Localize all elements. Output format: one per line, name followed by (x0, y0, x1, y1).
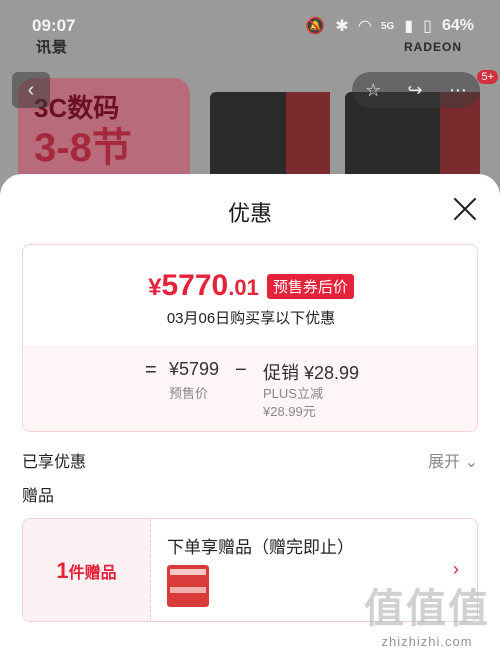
promotion-discount: 促销 ¥28.99 (263, 363, 360, 383)
bluetooth-icon: ✱ (335, 18, 349, 35)
wifi-icon: ◠ (358, 18, 371, 35)
presale-coupon-tag: 预售券后价 (266, 273, 354, 299)
plus-discount-amount: ¥28.99元 (263, 404, 316, 419)
network-type: 5G (381, 20, 395, 32)
gift-count: 1 (56, 558, 69, 583)
gift-count-panel: 1 件赠品 (23, 519, 151, 621)
presale-price-label: 预售价 (169, 386, 209, 401)
expand-label: 展开 (428, 454, 461, 471)
more-icon[interactable]: ⋯ (449, 80, 467, 101)
mute-icon: 🔕 (305, 18, 326, 35)
close-icon[interactable] (452, 196, 478, 222)
price-currency: ¥ (148, 274, 162, 301)
chevron-down-icon: ⌄ (464, 454, 478, 471)
chevron-left-icon: ‹ (27, 78, 35, 101)
enjoyed-discounts-label: 已享优惠 (22, 454, 87, 471)
plus-discount-label: PLUS立减 (263, 386, 323, 401)
expand-button[interactable]: 展开 ⌄ (428, 448, 478, 472)
price-card: ¥ 5770 .01 预售券后价 03月06日购买享以下优惠 = ¥5799 预… (22, 244, 478, 432)
price-decimal: .01 (228, 275, 259, 300)
price-integer: 5770 (161, 269, 229, 302)
minus-sign: − (235, 359, 247, 381)
brand-logo-left: 讯景 (36, 39, 69, 56)
gifts-label: 赠品 (22, 488, 55, 505)
gift-thumbnail (167, 565, 209, 607)
presale-price-value: ¥5799 (169, 359, 220, 379)
top-action-bar: ☆ ↪ ⋯ (352, 72, 480, 108)
status-icons: 🔕 ✱ ◠ 5G ▮ ▯ 64% (305, 16, 474, 36)
back-button[interactable]: ‹ (12, 72, 50, 108)
final-price: ¥ 5770 .01 预售券后价 (23, 269, 477, 303)
status-time: 09:07 (32, 16, 76, 35)
enjoyed-discounts-row: 已享优惠 展开 ⌄ (22, 448, 478, 471)
message-badge: 5+ (477, 70, 498, 84)
watermark-logo: 值值值 (364, 587, 490, 631)
gift-title: 下单享赠品（赠完即止） (167, 538, 354, 557)
brand-logo-right: RADEON (403, 40, 462, 54)
battery-percent: 64% (441, 17, 474, 34)
sheet-title: 优惠 (227, 201, 272, 226)
battery-icon: ▯ (423, 18, 432, 35)
site-watermark: 值值值 zhizhizhi.com (364, 576, 490, 649)
promo-line-2: 3-8节 (34, 126, 132, 170)
signal-icon: ▮ (404, 18, 414, 35)
equals-sign: = (145, 359, 157, 381)
price-breakdown: = ¥5799 预售价 − 促销 ¥28.99 PLUS立减 ¥28.99元 (23, 345, 477, 431)
share-icon[interactable]: ↪ (408, 80, 423, 101)
status-bar: 09:07 🔕 ✱ ◠ 5G ▮ ▯ 64% (0, 0, 500, 44)
purchase-date-note: 03月06日购买享以下优惠 (166, 310, 336, 327)
watermark-url: zhizhizhi.com (381, 634, 473, 649)
favorite-star-icon[interactable]: ☆ (365, 80, 381, 101)
gift-count-suffix: 件赠品 (68, 565, 117, 582)
